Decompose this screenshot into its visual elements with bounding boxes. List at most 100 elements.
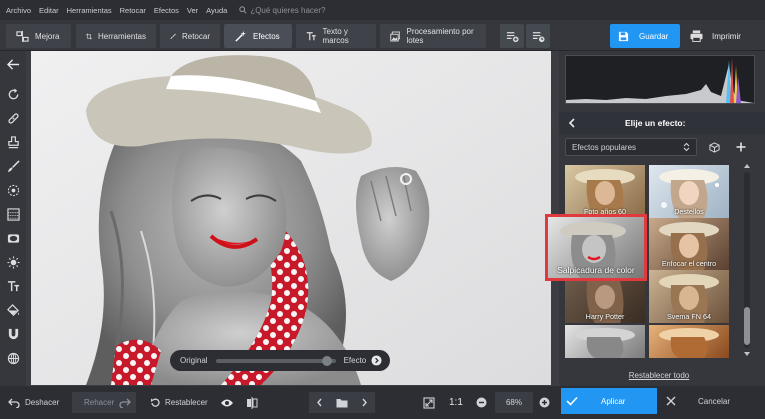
effect-thumb-harry-potter[interactable]: Harry Potter (565, 281, 645, 323)
chevron-left-icon[interactable] (567, 118, 577, 128)
print-label: Imprimir (712, 31, 741, 41)
effects-title: Elije un efecto: (625, 118, 686, 128)
menu-efectos[interactable]: Efectos (154, 6, 179, 15)
undo-button[interactable]: Deshacer (8, 392, 59, 413)
chevron-left-icon[interactable] (316, 398, 323, 407)
clone-stamp-tool[interactable] (4, 133, 22, 151)
original-label: Original (180, 356, 208, 365)
zoom-value[interactable]: 68% (495, 392, 533, 413)
menu-ayuda[interactable]: Ayuda (206, 6, 227, 15)
redo-button[interactable]: Rehacer (72, 392, 136, 413)
reset-label: Restablecer (165, 398, 208, 407)
zoom-out-button[interactable] (476, 392, 487, 413)
radial-tool[interactable] (4, 181, 22, 199)
tab-label: Texto y marcos (322, 27, 349, 45)
effects-scrollbar[interactable] (742, 162, 752, 358)
tab-efectos[interactable]: Efectos (224, 24, 292, 48)
effect-preview-image (575, 328, 635, 358)
tab-retocar[interactable]: Retocar (160, 24, 220, 48)
apply-button[interactable]: Aplicar (561, 388, 657, 414)
redo-icon (119, 398, 132, 408)
reset-all-link[interactable]: Restablecer todo (559, 371, 759, 380)
tab-herramientas[interactable]: Herramientas (76, 24, 156, 48)
add-batch-button[interactable] (500, 24, 524, 48)
minus-circle-icon (476, 397, 487, 408)
batch-icon (390, 31, 401, 41)
radial-filter-icon (7, 184, 19, 196)
arrow-left-icon (6, 58, 19, 70)
gradient-tool[interactable] (4, 205, 22, 223)
reset-button[interactable]: Restablecer (150, 392, 208, 413)
folder-icon[interactable] (336, 398, 348, 408)
effect-thumb-foto-anos-60[interactable]: Foto años 60 (565, 165, 645, 218)
compare-toggle[interactable] (246, 392, 258, 413)
menu-retocar[interactable]: Retocar (120, 6, 146, 15)
history-button[interactable] (526, 24, 550, 48)
healing-tool[interactable] (4, 109, 22, 127)
globe-icon (7, 352, 19, 364)
effect-thumb-warm[interactable] (649, 325, 729, 358)
bandage-icon (7, 112, 19, 124)
menu-editar[interactable]: Editar (39, 6, 59, 15)
text-tool[interactable] (4, 277, 22, 295)
cancel-label: Cancelar (698, 396, 731, 406)
add-effect-button[interactable] (730, 138, 752, 156)
brush-tool[interactable] (4, 157, 22, 175)
tab-texto-y-marcos[interactable]: Texto y marcos (296, 24, 376, 48)
tab-label: Herramientas (97, 31, 146, 41)
print-button[interactable]: Imprimir (686, 24, 758, 48)
effect-category-select[interactable]: Efectos populares (565, 138, 697, 156)
tab-procesamiento-por-lotes[interactable]: Procesamiento por lotes (380, 24, 486, 48)
tab-mejora[interactable]: Mejora (6, 24, 71, 48)
file-navigator (309, 392, 375, 413)
reset-icon (151, 398, 160, 407)
menu-search[interactable]: ¿Qué quieres hacer? (239, 6, 325, 15)
text-icon (7, 280, 19, 291)
before-after-slider[interactable]: Original Efecto (170, 350, 390, 371)
cancel-button[interactable]: Cancelar (664, 388, 756, 414)
back-tool[interactable] (4, 55, 22, 73)
effect-preview-image (659, 328, 719, 358)
chevron-right-circle-icon[interactable] (371, 355, 382, 366)
list-add-icon (506, 31, 519, 42)
floppy-disk-icon (618, 31, 629, 41)
fill-tool[interactable] (4, 301, 22, 319)
zoom-in-button[interactable] (539, 392, 550, 413)
effect-thumb-bw[interactable] (565, 325, 645, 358)
magnet-tool[interactable] (4, 325, 22, 343)
zoom-1to1-button[interactable]: 1:1 (449, 392, 463, 413)
search-icon (239, 6, 247, 14)
menu-bar: Archivo Editar Herramientas Retocar Efec… (0, 0, 765, 20)
compare-track[interactable] (215, 355, 336, 366)
effect-label: Salpicadura de color (557, 265, 635, 275)
effect-thumb-salpicadura-de-color[interactable]: Salpicadura de color (545, 214, 647, 281)
rotate-tool[interactable] (4, 85, 22, 103)
chevron-right-icon[interactable] (361, 398, 368, 407)
menu-herramientas[interactable]: Herramientas (67, 6, 112, 15)
photo-preview[interactable] (31, 51, 551, 385)
geo-tool[interactable] (4, 349, 22, 367)
light-tool[interactable] (4, 253, 22, 271)
effect-thumb-destellos[interactable]: Destellos (649, 165, 729, 218)
effect-label: Enfocar el centro (661, 259, 717, 268)
split-view-icon (247, 396, 258, 409)
3d-cube-button[interactable] (703, 138, 725, 156)
compare-handle[interactable] (322, 355, 333, 366)
save-button[interactable]: Guardar (610, 24, 680, 48)
fit-screen-button[interactable] (423, 392, 435, 413)
plus-icon (736, 142, 746, 152)
preview-toggle[interactable] (220, 392, 234, 413)
effect-label: Efecto (343, 356, 367, 365)
updown-chevron-icon (683, 142, 690, 152)
menu-archivo[interactable]: Archivo (6, 6, 31, 15)
undo-icon (8, 398, 20, 408)
vignette-tool[interactable] (4, 229, 22, 247)
magic-wand-icon (235, 30, 247, 42)
brush-icon (170, 33, 176, 39)
effect-thumb-svema-fn-64[interactable]: Svema FN 64 (649, 270, 729, 323)
enhance-icon (16, 30, 29, 42)
menu-ver[interactable]: Ver (187, 6, 198, 15)
effect-thumb-enfocar-el-centro[interactable]: Enfocar el centro (649, 218, 729, 270)
tab-label: Procesamiento por lotes (406, 27, 474, 45)
plus-circle-icon (539, 397, 550, 408)
